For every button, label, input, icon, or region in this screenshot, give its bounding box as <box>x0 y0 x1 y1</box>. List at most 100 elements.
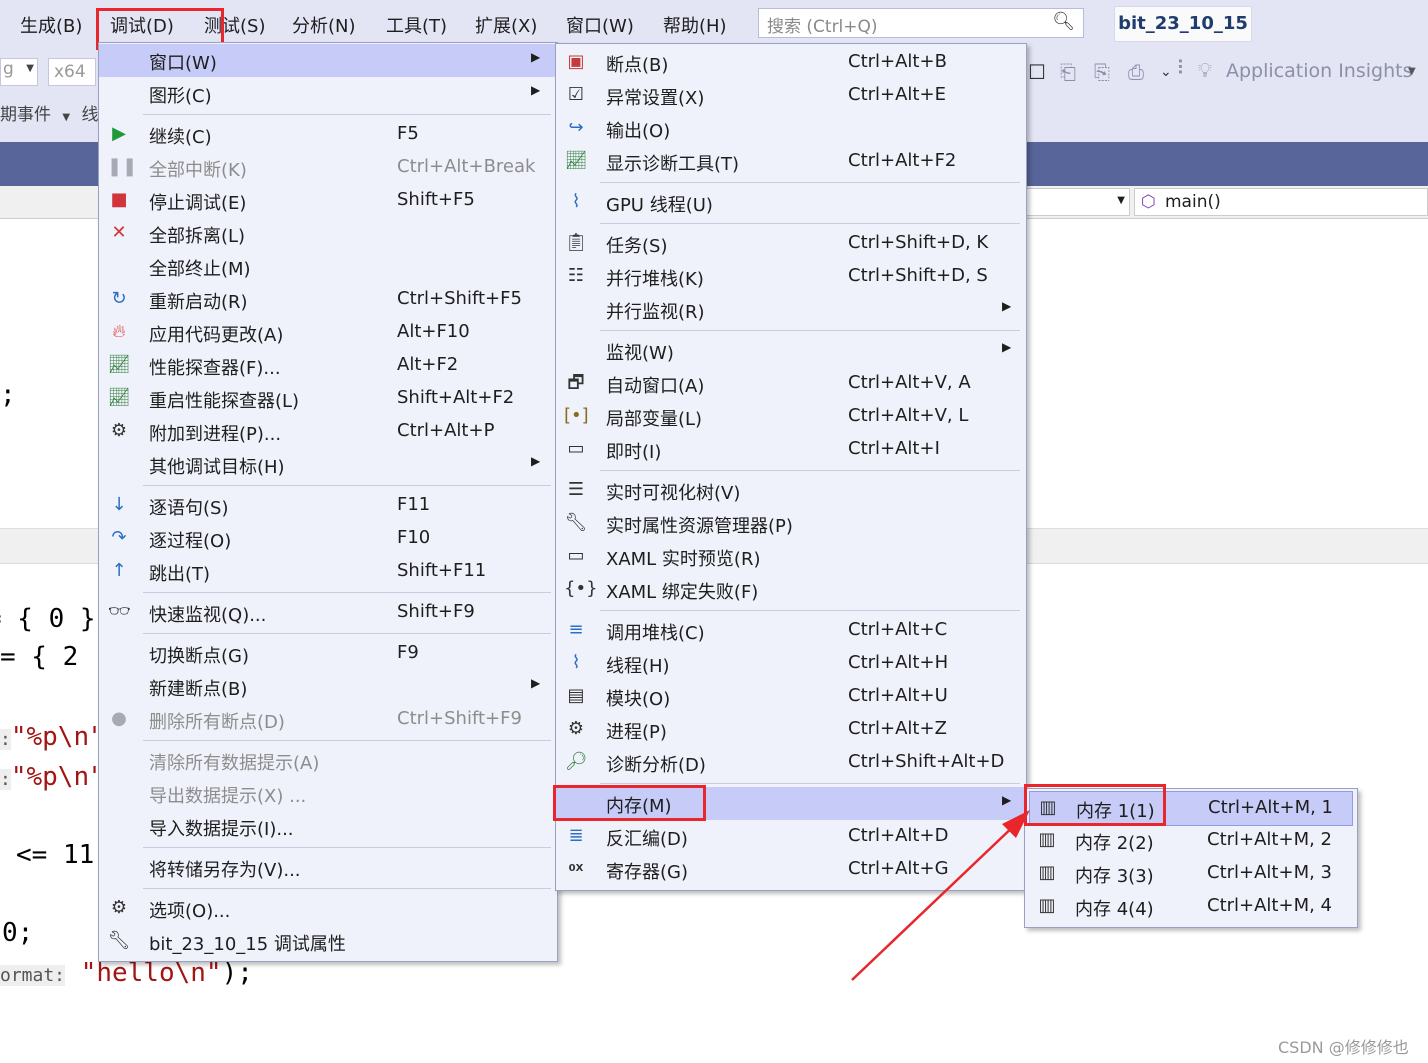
menu-item-exception-settings[interactable]: ☑ 异常设置(X) Ctrl+Alt+E <box>556 79 1026 112</box>
registers-icon: 0X <box>568 863 584 874</box>
menu-item-shortcut: Alt+F10 <box>397 321 470 342</box>
restart-icon: ↻ <box>111 288 127 309</box>
bookmark-icon[interactable]: ☐ <box>1028 60 1046 84</box>
menu-item-detach-all[interactable]: ✕ 全部拆离(L) <box>99 217 557 250</box>
menu-item-step-out[interactable]: ↑ 跳出(T) Shift+F11 <box>99 555 557 588</box>
platform-value: x64 <box>54 62 86 82</box>
grip-icon: ⠇ <box>1176 56 1191 80</box>
menu-item-shortcut: Ctrl+Shift+D, S <box>848 265 988 286</box>
menu-extensions[interactable]: 扩展(X) <box>475 12 537 38</box>
menu-item-shortcut: F11 <box>397 494 431 515</box>
chevron-down-icon: ▼ <box>62 112 71 123</box>
menu-item-restart-profiler[interactable]: 📈︎ 重启性能探查器(L) Shift+Alt+F2 <box>99 382 557 415</box>
menu-item-live-visual-tree[interactable]: ☰ 实时可视化树(V) <box>556 474 1026 507</box>
menu-item-label: 性能探查器(F)... <box>149 358 281 379</box>
menu-item-label: 即时(I) <box>606 442 662 463</box>
menu-item-label: 内存 3(3) <box>1075 866 1154 887</box>
menu-item-locals[interactable]: [•] 局部变量(L) Ctrl+Alt+V, L <box>556 400 1026 433</box>
chevron-down-icon[interactable]: ▼ <box>1408 66 1416 77</box>
menu-item-shortcut: Shift+F5 <box>397 189 475 210</box>
menu-item-restart[interactable]: ↻ 重新启动(R) Ctrl+Shift+F5 <box>99 283 557 316</box>
menu-item-parallel-stacks[interactable]: ☷ 并行堆栈(K) Ctrl+Shift+D, S <box>556 260 1026 293</box>
menu-item-terminate-all[interactable]: 全部终止(M) <box>99 250 557 283</box>
menu-window[interactable]: 窗口(W) <box>566 12 634 38</box>
menu-item-toggle-breakpoint[interactable]: 切换断点(G) F9 <box>99 637 557 670</box>
menu-item-label: 导出数据提示(X) ... <box>149 786 307 807</box>
menu-item-immediate[interactable]: ▭ 即时(I) Ctrl+Alt+I <box>556 433 1026 466</box>
menu-build[interactable]: 生成(B) <box>20 12 82 38</box>
menu-item-modules[interactable]: ▤ 模块(O) Ctrl+Alt+U <box>556 680 1026 713</box>
menu-item-stop-debugging[interactable]: ■ 停止调试(E) Shift+F5 <box>99 184 557 217</box>
visual-tree-icon: ☰ <box>567 479 585 500</box>
step-into-icon: ↓ <box>111 494 127 515</box>
lifecycle-events-dropdown[interactable]: 期事件 ▼ 线 <box>0 100 99 125</box>
menu-item-options[interactable]: ⚙ 选项(O)... <box>99 892 557 925</box>
config-combo[interactable]: g ▼ <box>0 58 38 86</box>
menu-item-call-stack[interactable]: ≡ 调用堆栈(C) Ctrl+Alt+C <box>556 614 1026 647</box>
menu-item-step-over[interactable]: ↷ 逐过程(O) F10 <box>99 522 557 555</box>
menu-item-debug-properties[interactable]: 🔧︎ bit_23_10_15 调试属性 <box>99 925 557 958</box>
menu-item-tasks[interactable]: 📋︎ 任务(S) Ctrl+Shift+D, K <box>556 227 1026 260</box>
menu-item-graphics[interactable]: 图形(C) ▶ <box>99 77 557 110</box>
menu-item-window[interactable]: 窗口(W) ▶ <box>99 44 557 77</box>
menu-item-label: 模块(O) <box>606 689 671 710</box>
menu-item-label: GPU 线程(U) <box>606 195 713 216</box>
menu-item-gpu-threads[interactable]: ⌇ GPU 线程(U) <box>556 186 1026 219</box>
menu-item-memory-3[interactable]: ▥ 内存 3(3) Ctrl+Alt+M, 3 <box>1025 857 1357 890</box>
app-insights-button[interactable]: Application Insights <box>1226 60 1412 82</box>
menu-item-profiler[interactable]: 📈︎ 性能探查器(F)... Alt+F2 <box>99 349 557 382</box>
function-combo[interactable]: ⬡ main() <box>1134 188 1428 216</box>
menu-item-shortcut: Ctrl+Alt+E <box>848 84 946 105</box>
search-input[interactable]: 搜索 (Ctrl+Q) 🔍︎ <box>758 8 1084 38</box>
menu-item-delete-all-breakpoints[interactable]: ● 删除所有断点(D) Ctrl+Shift+F9 <box>99 703 557 736</box>
menu-item-diagnostic-analysis[interactable]: 🔎︎ 诊断分析(D) Ctrl+Shift+Alt+D <box>556 746 1026 779</box>
menu-item-label: 应用代码更改(A) <box>149 325 284 346</box>
menu-item-attach-to-process[interactable]: ⚙ 附加到进程(P)... Ctrl+Alt+P <box>99 415 557 448</box>
menu-item-watch[interactable]: 监视(W) ▶ <box>556 334 1026 367</box>
bookmark-prev-icon[interactable]: ⎗ <box>1060 60 1076 84</box>
menu-tools[interactable]: 工具(T) <box>386 12 447 38</box>
menu-item-label: XAML 实时预览(R) <box>606 549 761 570</box>
toolbar-overflow-icon[interactable]: ⌄ <box>1160 64 1172 80</box>
menu-help[interactable]: 帮助(H) <box>663 12 727 38</box>
menu-item-breakpoints[interactable]: ▣ 断点(B) Ctrl+Alt+B <box>556 46 1026 79</box>
cube-icon: ⬡ <box>1141 192 1156 212</box>
profiler-restart-icon: 📈︎ <box>107 387 131 408</box>
menu-item-shortcut: Ctrl+Alt+B <box>848 51 947 72</box>
menu-item-other-debug-targets[interactable]: 其他调试目标(H) ▶ <box>99 448 557 481</box>
menu-item-label: 重启性能探查器(L) <box>149 391 300 412</box>
menu-item-xaml-binding-failures[interactable]: {•} XAML 绑定失败(F) <box>556 573 1026 606</box>
menu-item-memory-4[interactable]: ▥ 内存 4(4) Ctrl+Alt+M, 4 <box>1025 890 1357 923</box>
menu-item-threads[interactable]: ⌇ 线程(H) Ctrl+Alt+H <box>556 647 1026 680</box>
submenu-arrow-icon: ▶ <box>531 50 541 64</box>
menu-separator <box>143 740 551 741</box>
menu-item-quick-watch[interactable]: 👓︎ 快速监视(Q)... Shift+F9 <box>99 596 557 629</box>
menu-item-xaml-live-preview[interactable]: ▭ XAML 实时预览(R) <box>556 540 1026 573</box>
menu-item-memory-2[interactable]: ▥ 内存 2(2) Ctrl+Alt+M, 2 <box>1025 824 1357 857</box>
menu-item-label: 清除所有数据提示(A) <box>149 753 320 774</box>
menu-item-clear-datatips[interactable]: 清除所有数据提示(A) <box>99 744 557 777</box>
menu-item-label: bit_23_10_15 调试属性 <box>149 934 346 955</box>
menu-item-apply-code-changes[interactable]: 🔥︎ 应用代码更改(A) Alt+F10 <box>99 316 557 349</box>
project-name-badge: bit_23_10_15 <box>1114 6 1252 42</box>
menu-item-live-property-explorer[interactable]: 🔧︎ 实时属性资源管理器(P) <box>556 507 1026 540</box>
menu-separator <box>600 182 1020 183</box>
bookmark-clear-icon[interactable]: ⎙ <box>1128 60 1144 84</box>
platform-combo[interactable]: x64 <box>48 58 96 86</box>
menu-item-import-datatips[interactable]: 导入数据提示(I)... <box>99 810 557 843</box>
menu-item-new-breakpoint[interactable]: 新建断点(B) ▶ <box>99 670 557 703</box>
menu-item-step-into[interactable]: ↓ 逐语句(S) F11 <box>99 489 557 522</box>
menu-item-label: 输出(O) <box>606 121 671 142</box>
menu-item-continue[interactable]: ▶ 继续(C) F5 <box>99 118 557 151</box>
menu-item-processes[interactable]: ⚙ 进程(P) Ctrl+Alt+Z <box>556 713 1026 746</box>
menu-analyze[interactable]: 分析(N) <box>292 12 356 38</box>
menu-item-parallel-watch[interactable]: 并行监视(R) ▶ <box>556 293 1026 326</box>
code-printf-hello: ormat: "hello\n"); <box>0 958 253 988</box>
menu-item-output[interactable]: ↪ 输出(O) <box>556 112 1026 145</box>
menu-item-save-dump[interactable]: 将转储另存为(V)... <box>99 851 557 884</box>
menu-item-autos[interactable]: 🗗︎ 自动窗口(A) Ctrl+Alt+V, A <box>556 367 1026 400</box>
menu-item-diagnostic-tools[interactable]: 📈︎ 显示诊断工具(T) Ctrl+Alt+F2 <box>556 145 1026 178</box>
menu-item-break-all[interactable]: ❚❚ 全部中断(K) Ctrl+Alt+Break <box>99 151 557 184</box>
menu-item-export-datatips[interactable]: 导出数据提示(X) ... <box>99 777 557 810</box>
bookmark-next-icon[interactable]: ⎘ <box>1094 60 1110 84</box>
